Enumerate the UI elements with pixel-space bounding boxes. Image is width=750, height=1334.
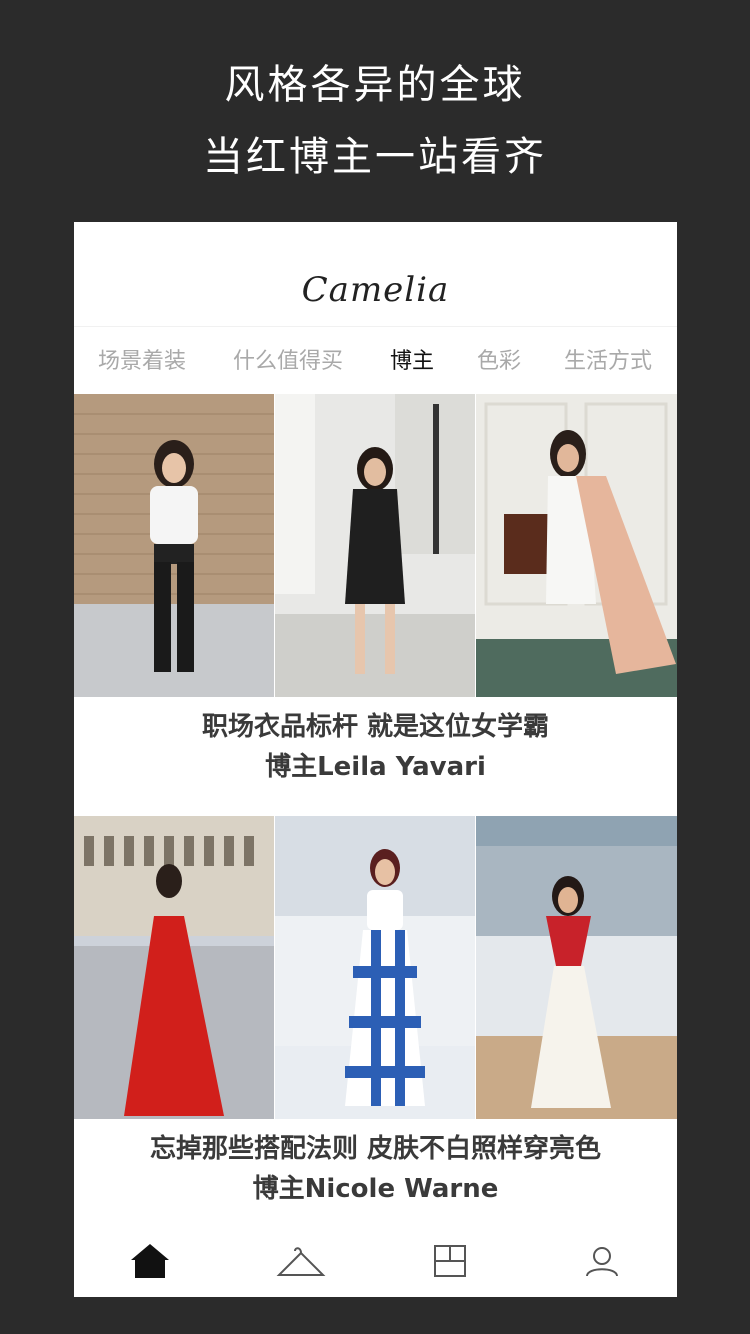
photo-white-pleated-dress-beach[interactable] — [476, 816, 677, 1119]
card-blogger: 博主Nicole Warne — [252, 1174, 499, 1204]
card-title: 忘掉那些搭配法则 皮肤不白照样穿亮色 — [149, 1134, 602, 1164]
photo-black-dress-street[interactable] — [275, 394, 475, 697]
hanger-icon — [276, 1247, 326, 1276]
nav-home[interactable] — [120, 1235, 180, 1287]
grid-icon — [434, 1245, 466, 1277]
tab-colors[interactable]: 色彩 — [477, 343, 521, 375]
phone-screen: Camelia 场景着装 什么值得买 博主 色彩 生活方式 职场衣品标杆 就是这… — [74, 222, 677, 1297]
promo-line-2: 当红博主一站看齐 — [203, 134, 547, 180]
photo-strip — [74, 816, 677, 1119]
home-icon — [131, 1244, 169, 1278]
photo-brick-wall-outfit[interactable] — [74, 394, 274, 697]
photo-pink-coat-interior[interactable] — [476, 394, 677, 697]
nav-wardrobe[interactable] — [271, 1235, 331, 1287]
tab-lifestyle[interactable]: 生活方式 — [564, 343, 652, 375]
photo-red-gown-square[interactable] — [74, 816, 274, 1119]
card-blogger: 博主Leila Yavari — [265, 752, 486, 782]
category-tabs: 场景着装 什么值得买 博主 色彩 生活方式 — [74, 326, 677, 391]
tab-bloggers[interactable]: 博主 — [390, 343, 434, 375]
tab-worth-buying[interactable]: 什么值得买 — [233, 343, 343, 375]
tab-scene-dressing[interactable]: 场景着装 — [98, 343, 186, 375]
card-title: 职场衣品标杆 就是这位女学霸 — [201, 712, 550, 742]
bottom-navigation — [74, 1225, 677, 1297]
app-logo: Camelia — [301, 270, 450, 310]
user-icon — [586, 1247, 618, 1277]
photo-strip — [74, 394, 677, 697]
nav-collections[interactable] — [420, 1235, 480, 1287]
photo-blue-check-skirt-snow[interactable] — [275, 816, 475, 1119]
nav-profile[interactable] — [572, 1235, 632, 1287]
promo-line-1: 风格各异的全球 — [224, 62, 526, 108]
